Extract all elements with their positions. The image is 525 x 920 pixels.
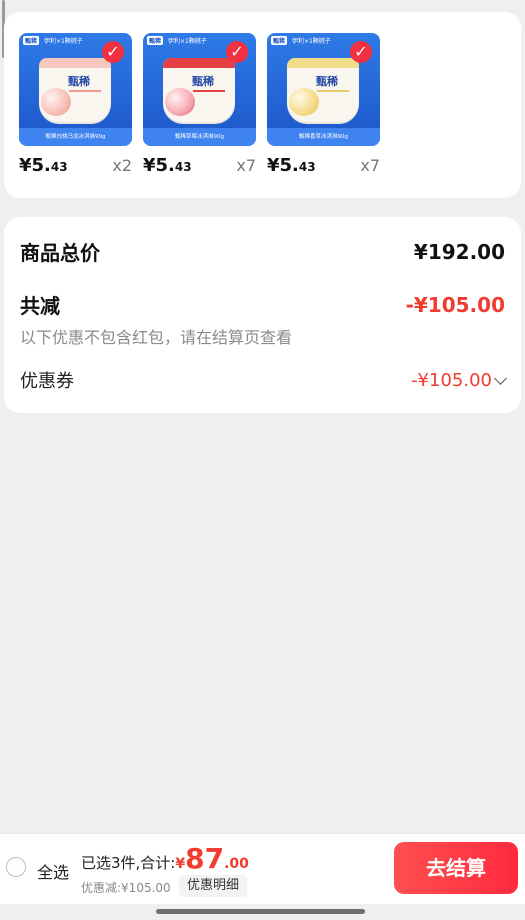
checkmark-icon[interactable]: ✓ <box>226 41 248 63</box>
coupon-label: 优惠券 <box>20 371 74 392</box>
product-price-2: ¥5.43 <box>143 155 192 176</box>
selected-products-card: 甄稀 伊利×1颗桃子 甄稀 甄稀白桃乌龙冰淇淋90g ✓ ¥5.43 x2 甄稀… <box>4 12 521 198</box>
product-image-caption-3: 甄稀香草冰淇淋90g <box>267 128 380 146</box>
checkout-button[interactable]: 去结算 <box>394 842 518 894</box>
product-price-main-3: ¥5. <box>267 155 299 176</box>
product-quantity-3: x7 <box>360 156 380 175</box>
product-cup-2: 甄稀 <box>163 58 235 124</box>
product-card-2[interactable]: 甄稀 伊利×1颗桃子 甄稀 甄稀草莓冰淇淋90g ✓ ¥5.43 x7 <box>143 33 256 176</box>
product-price-decimal-1: 43 <box>50 160 68 174</box>
checkmark-icon[interactable]: ✓ <box>102 41 124 63</box>
product-price-decimal-2: 43 <box>174 160 192 174</box>
total-major: 87 <box>185 842 225 875</box>
cup-lid-3 <box>287 58 359 68</box>
selected-items-text: 已选3件,合计: <box>81 854 176 872</box>
cup-lid-2 <box>163 58 235 68</box>
product-price-main-1: ¥5. <box>19 155 51 176</box>
brand-chip-2: 甄稀 <box>147 36 164 45</box>
select-all-label[interactable]: 全选 <box>37 859 69 883</box>
cup-lid-1 <box>39 58 111 68</box>
strawberry-icon <box>165 88 195 116</box>
total-reduction-label: 共减 <box>20 294 60 318</box>
vanilla-icon <box>289 88 319 116</box>
cup-brand-3: 甄稀 <box>316 75 338 88</box>
total-reduction-value: -¥105.00 <box>405 292 505 317</box>
product-image-1[interactable]: 甄稀 伊利×1颗桃子 甄稀 甄稀白桃乌龙冰淇淋90g ✓ <box>19 33 132 146</box>
product-price-decimal-3: 43 <box>298 160 316 174</box>
coupon-value: -¥105.00 <box>411 369 492 391</box>
product-price-3: ¥5.43 <box>267 155 316 176</box>
brand-chip-3: 甄稀 <box>271 36 288 45</box>
discount-details-button[interactable]: 优惠明细 <box>179 875 248 897</box>
product-cup-3: 甄稀 <box>287 58 359 124</box>
total-reduction-row: 共减 -¥105.00 <box>20 290 505 319</box>
cup-line-2 <box>193 90 225 92</box>
price-summary-card: 商品总价 ¥192.00 共减 -¥105.00 以下优惠不包含红包，请在结算页… <box>4 217 521 413</box>
product-image-header-2: 甄稀 伊利×1颗桃子 <box>147 36 207 45</box>
product-image-header-1: 甄稀 伊利×1颗桃子 <box>23 36 83 45</box>
product-price-1: ¥5.43 <box>19 155 68 176</box>
goods-total-value: ¥192.00 <box>413 239 505 264</box>
discount-note: 以下优惠不包含红包，请在结算页查看 <box>20 328 293 347</box>
product-image-header-3: 甄稀 伊利×1颗桃子 <box>271 36 331 45</box>
bottom-checkout-bar: 全选 已选3件,合计:¥87.00 优惠减:¥105.00 优惠明细 去结算 <box>0 833 525 904</box>
product-card-3[interactable]: 甄稀 伊利×1颗桃子 甄稀 甄稀香草冰淇淋90g ✓ ¥5.43 x7 <box>267 33 380 176</box>
total-decimal: .00 <box>224 856 249 872</box>
products-list: 甄稀 伊利×1颗桃子 甄稀 甄稀白桃乌龙冰淇淋90g ✓ ¥5.43 x2 甄稀… <box>4 12 521 176</box>
product-image-2[interactable]: 甄稀 伊利×1颗桃子 甄稀 甄稀草莓冰淇淋90g ✓ <box>143 33 256 146</box>
cup-brand-2: 甄稀 <box>192 75 214 88</box>
cup-brand-1: 甄稀 <box>68 75 90 88</box>
product-quantity-2: x7 <box>236 156 256 175</box>
goods-total-label: 商品总价 <box>20 241 100 265</box>
product-cup-1: 甄稀 <box>39 58 111 124</box>
product-card-1[interactable]: 甄稀 伊利×1颗桃子 甄稀 甄稀白桃乌龙冰淇淋90g ✓ ¥5.43 x2 <box>19 33 132 176</box>
peach-icon <box>41 88 71 116</box>
home-indicator <box>156 909 365 914</box>
cup-line-1 <box>69 90 101 92</box>
coupon-value-group[interactable]: -¥105.00 <box>411 369 507 391</box>
chevron-down-icon[interactable] <box>494 371 507 385</box>
coupon-row[interactable]: 优惠券 -¥105.00 <box>20 367 507 393</box>
product-image-top-text-3: 伊利×1颗桃子 <box>291 38 331 45</box>
checkmark-icon[interactable]: ✓ <box>350 41 372 63</box>
radio-icon[interactable] <box>6 857 26 877</box>
product-image-3[interactable]: 甄稀 伊利×1颗桃子 甄稀 甄稀香草冰淇淋90g ✓ <box>267 33 380 146</box>
product-quantity-1: x2 <box>112 156 132 175</box>
goods-total-row: 商品总价 ¥192.00 <box>20 237 505 266</box>
product-image-top-text-2: 伊利×1颗桃子 <box>167 38 207 45</box>
brand-chip-1: 甄稀 <box>23 36 40 45</box>
discount-amount: 优惠减:¥105.00 <box>81 881 171 895</box>
product-price-main-2: ¥5. <box>143 155 175 176</box>
cup-line-3 <box>317 90 349 92</box>
selected-total-line: 已选3件,合计:¥87.00 <box>81 845 249 873</box>
product-image-top-text-1: 伊利×1颗桃子 <box>43 38 83 45</box>
product-meta-3: ¥5.43 x7 <box>267 155 380 176</box>
product-image-caption-1: 甄稀白桃乌龙冰淇淋90g <box>19 128 132 146</box>
product-meta-1: ¥5.43 x2 <box>19 155 132 176</box>
product-image-caption-2: 甄稀草莓冰淇淋90g <box>143 128 256 146</box>
total-currency: ¥ <box>175 856 186 872</box>
product-meta-2: ¥5.43 x7 <box>143 155 256 176</box>
